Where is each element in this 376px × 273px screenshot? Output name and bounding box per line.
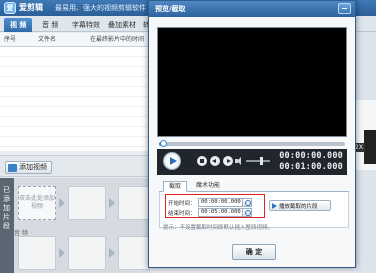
end-time-row: 结束时间： 00:05:00.000 [168,208,252,217]
dialog-title: 预览/截取 [155,5,186,13]
play-cut-segment-label: 播放截取的片段 [279,203,318,210]
dialog-titlebar: 预览/截取 [149,1,355,17]
add-video-bar: 添加视频 [0,155,150,177]
clip-slot[interactable] [118,236,150,270]
play-icon [272,202,277,209]
clip-slot[interactable] [68,186,106,220]
app-slogan: 最易用、强大的视频剪辑软件 [55,4,146,12]
pick-start-time-icon[interactable] [243,198,252,207]
clip-slot[interactable] [68,236,106,270]
start-time-row: 开始时间： 00:00:00.000 [168,198,252,207]
arrow-right-icon [59,248,65,258]
arrow-right-icon [59,198,65,208]
tab-subtitle-effects[interactable]: 字幕特效 [66,18,106,32]
stop-icon[interactable] [197,156,207,166]
player-controls: 00:00:00.000 00:01:00.000 [157,149,347,175]
prev-frame-icon[interactable] [210,156,220,166]
arrow-right-icon [109,248,115,258]
video-preview[interactable] [157,27,347,137]
tab-overlay-material[interactable]: 叠加素材 [102,18,142,32]
play-cut-segment-button[interactable]: 播放截取的片段 [269,200,331,211]
arrow-right-icon [109,198,115,208]
col-index: 序号 [4,36,17,43]
start-time-input[interactable]: 00:00:00.000 [198,198,243,207]
start-time-label: 开始时间： [168,200,196,207]
file-table-body[interactable] [0,47,150,151]
right-video-thumb [364,130,376,164]
col-filename: 文件名 [38,36,57,43]
volume-slider[interactable] [246,157,270,165]
hint-text: 提示：不设置截取时间即默认插入整段视频。 [163,225,274,231]
pick-end-time-icon[interactable] [243,208,252,217]
tab-magic[interactable]: 魔术功能 [191,181,225,192]
added-clips-sidebar: 已添加片段 [0,178,14,273]
add-video-label: 添加视频 [19,163,47,171]
confirm-button[interactable]: 确 定 [232,244,276,260]
seek-bar[interactable] [159,140,345,147]
audio-track-label: 音 频 [14,230,28,237]
added-clips-label: 已添加片段 [3,186,10,230]
tab-cut[interactable]: 截取 [163,181,188,192]
app-logo-icon: 爱 [4,2,16,14]
tab-audio[interactable]: 音 频 [36,18,64,32]
dialog-subtabs: 截取 魔术功能 [159,181,349,192]
end-time-input[interactable]: 00:05:00.000 [198,208,243,217]
end-time-label: 结束时间： [168,210,196,217]
file-table-header: 序号 文件名 在最终影片中的时间 [0,33,150,47]
app-name: 爱剪辑 [19,3,43,12]
clip-slot[interactable] [118,186,150,220]
current-time: 00:00:00.000 [279,151,343,161]
add-clip-slot[interactable]: 双击此处添加视频 [18,186,56,220]
total-time: 00:01:00.000 [279,162,343,172]
seek-handle[interactable] [159,140,167,147]
play-button[interactable] [163,152,181,170]
next-frame-icon[interactable] [223,156,233,166]
preview-cut-dialog: 预览/截取 00:00:00.000 00:01:00.000 截取 魔术功能 … [148,0,356,268]
volume-handle[interactable] [260,157,263,165]
clip-track: 双击此处添加视频 [14,178,150,273]
minimize-icon[interactable] [338,3,351,14]
film-icon [8,163,17,172]
tab-video[interactable]: 视 频 [4,18,33,32]
volume-icon[interactable] [235,157,243,165]
clip-slot[interactable] [18,236,56,270]
col-final-time: 在最终影片中的时间 [90,36,145,43]
add-video-button[interactable]: 添加视频 [5,161,52,174]
